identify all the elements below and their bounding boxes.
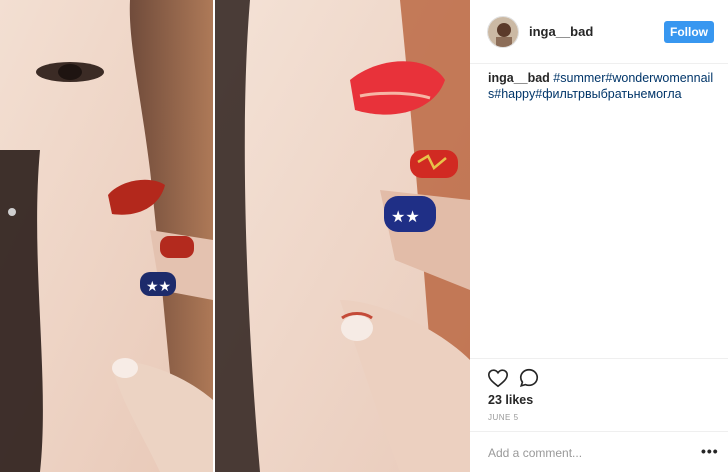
follow-button[interactable]: Follow: [664, 21, 714, 43]
comment-input[interactable]: [488, 445, 688, 461]
caption-username[interactable]: inga__bad: [488, 71, 550, 85]
avatar-image: [488, 17, 518, 47]
heart-icon[interactable]: [487, 367, 509, 389]
post-actions: 23 likes June 5 •••: [470, 358, 728, 472]
post-side-panel: inga__bad Follow inga__bad #summer#wonde…: [470, 0, 728, 472]
svg-text:★★: ★★: [391, 207, 420, 226]
svg-text:★★: ★★: [146, 279, 171, 295]
avatar[interactable]: [487, 16, 519, 48]
post-date: June 5: [488, 413, 519, 422]
more-options-icon[interactable]: •••: [701, 443, 719, 459]
username[interactable]: inga__bad: [529, 24, 593, 39]
comment-icon[interactable]: [518, 367, 540, 389]
post-image: ★★ ★★: [0, 0, 470, 472]
post-caption: inga__bad #summer#wonderwomennails#happy…: [488, 70, 716, 102]
likes-count[interactable]: 23 likes: [488, 393, 533, 407]
post-photo[interactable]: ★★ ★★: [0, 0, 470, 472]
comment-bar: •••: [470, 431, 728, 472]
post-header: inga__bad Follow: [470, 0, 728, 64]
